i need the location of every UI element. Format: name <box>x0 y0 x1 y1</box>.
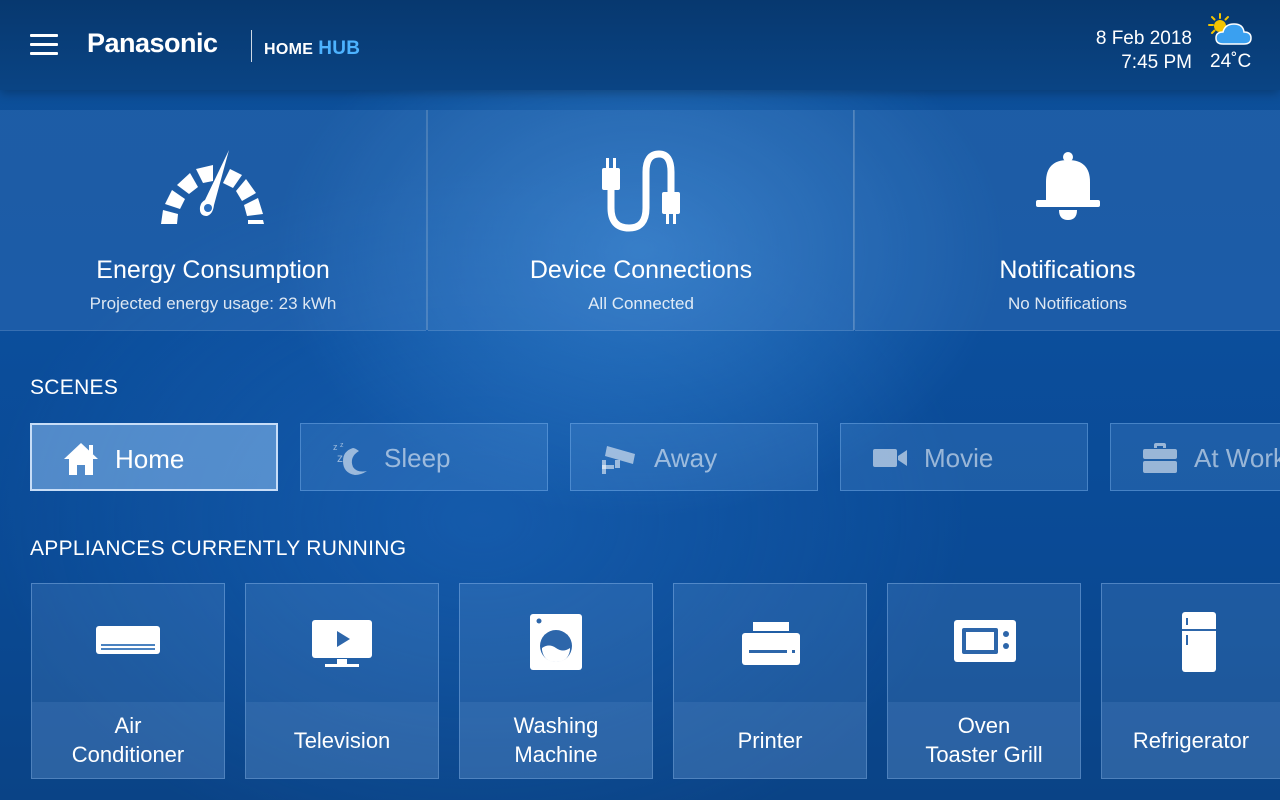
device-connections-card[interactable]: Device Connections All Connected <box>428 110 854 331</box>
scene-movie-button[interactable]: Movie <box>840 423 1088 491</box>
appliance-oven-toaster-grill-tile[interactable]: Oven Toaster Grill <box>887 583 1081 779</box>
appliance-label-line2: Conditioner <box>71 742 185 767</box>
appliance-refrigerator-tile[interactable]: Refrigerator <box>1101 583 1280 779</box>
scene-label: Home <box>115 444 185 474</box>
moon-icon: z z z <box>333 442 367 475</box>
svg-text:z: z <box>340 442 344 449</box>
appliance-label-line2: Machine <box>514 742 598 767</box>
product-name-hub: HUB <box>318 38 361 59</box>
appliance-label-line2: Toaster Grill <box>925 742 1043 767</box>
video-camera-icon <box>873 449 907 467</box>
appliance-label: Oven Toaster Grill <box>925 711 1042 769</box>
hamburger-menu-icon[interactable] <box>30 34 58 56</box>
appliance-washing-machine-tile[interactable]: Washing Machine <box>459 583 653 779</box>
appliance-television-tile[interactable]: Television <box>245 583 439 779</box>
security-camera-icon <box>602 446 635 474</box>
temperature-label: 24˚C <box>1210 51 1252 72</box>
appliance-label-line1: Television <box>293 727 391 753</box>
appliance-label-line1: Washing <box>513 713 599 738</box>
scene-at-work-button[interactable]: At Work <box>1110 423 1280 491</box>
gauge-icon <box>161 150 264 224</box>
refrigerator-icon <box>1181 612 1216 672</box>
notifications-card[interactable]: Notifications No Notifications <box>855 110 1280 331</box>
status-row: Energy Consumption Projected energy usag… <box>0 110 1280 331</box>
time-label: 7:45 PM <box>1121 52 1192 73</box>
product-name-home: HOME <box>264 41 314 58</box>
status-card-subtitle: All Connected <box>588 294 694 313</box>
status-card-title: Energy Consumption <box>96 256 330 284</box>
status-card-subtitle: Projected energy usage: 23 kWh <box>89 294 337 313</box>
appliance-label-line1: Air <box>114 713 142 738</box>
brand-divider <box>251 30 252 62</box>
scene-label: Sleep <box>384 443 451 473</box>
status-card-title: Device Connections <box>529 256 753 284</box>
partly-cloudy-icon <box>1208 13 1252 45</box>
scene-away-button[interactable]: Away <box>570 423 818 491</box>
svg-text:z: z <box>337 451 343 465</box>
scene-sleep-button[interactable]: z z z Sleep <box>300 423 548 491</box>
appliance-printer-tile[interactable]: Printer <box>673 583 867 779</box>
printer-icon <box>742 622 800 665</box>
appliance-label: Air Conditioner <box>72 711 185 769</box>
oven-icon <box>954 620 1016 662</box>
brand-logo: Panasonic <box>87 28 218 58</box>
date-time: 8 Feb 2018 7:45 PM <box>1096 27 1192 75</box>
date-label: 8 Feb 2018 <box>1095 28 1192 49</box>
energy-consumption-card[interactable]: Energy Consumption Projected energy usag… <box>0 110 426 331</box>
scenes-heading: SCENES <box>30 376 119 399</box>
scene-home-button[interactable]: Home <box>30 423 278 491</box>
appliance-label: Printer <box>738 726 803 755</box>
house-icon <box>64 443 98 475</box>
status-card-subtitle: No Notifications <box>1007 294 1128 313</box>
air-conditioner-icon <box>96 626 160 654</box>
top-bar: Panasonic HOME HUB 8 Feb 2018 7:45 PM 24… <box>0 0 1280 90</box>
scene-label: Away <box>654 443 718 473</box>
appliance-label: Washing Machine <box>514 711 599 769</box>
appliances-heading: APPLIANCES CURRENTLY RUNNING <box>30 537 407 560</box>
cable-icon <box>602 150 680 232</box>
briefcase-icon <box>1143 443 1177 473</box>
appliance-label-line1: Oven <box>957 713 1011 738</box>
washing-machine-icon <box>530 614 582 670</box>
status-card-title: Notifications <box>999 256 1136 284</box>
bell-icon <box>1035 152 1100 220</box>
appliance-label-line1: Refrigerator <box>1132 727 1250 753</box>
scene-label: Movie <box>924 443 994 473</box>
appliance-label: Refrigerator <box>1133 726 1249 755</box>
product-name: HOME HUB <box>264 38 360 60</box>
appliance-air-conditioner-tile[interactable]: Air Conditioner <box>31 583 225 779</box>
appliance-label: Television <box>294 726 391 755</box>
appliance-label-line1: Printer <box>737 727 803 753</box>
scene-label: At Work <box>1194 443 1280 473</box>
television-icon <box>312 620 372 667</box>
